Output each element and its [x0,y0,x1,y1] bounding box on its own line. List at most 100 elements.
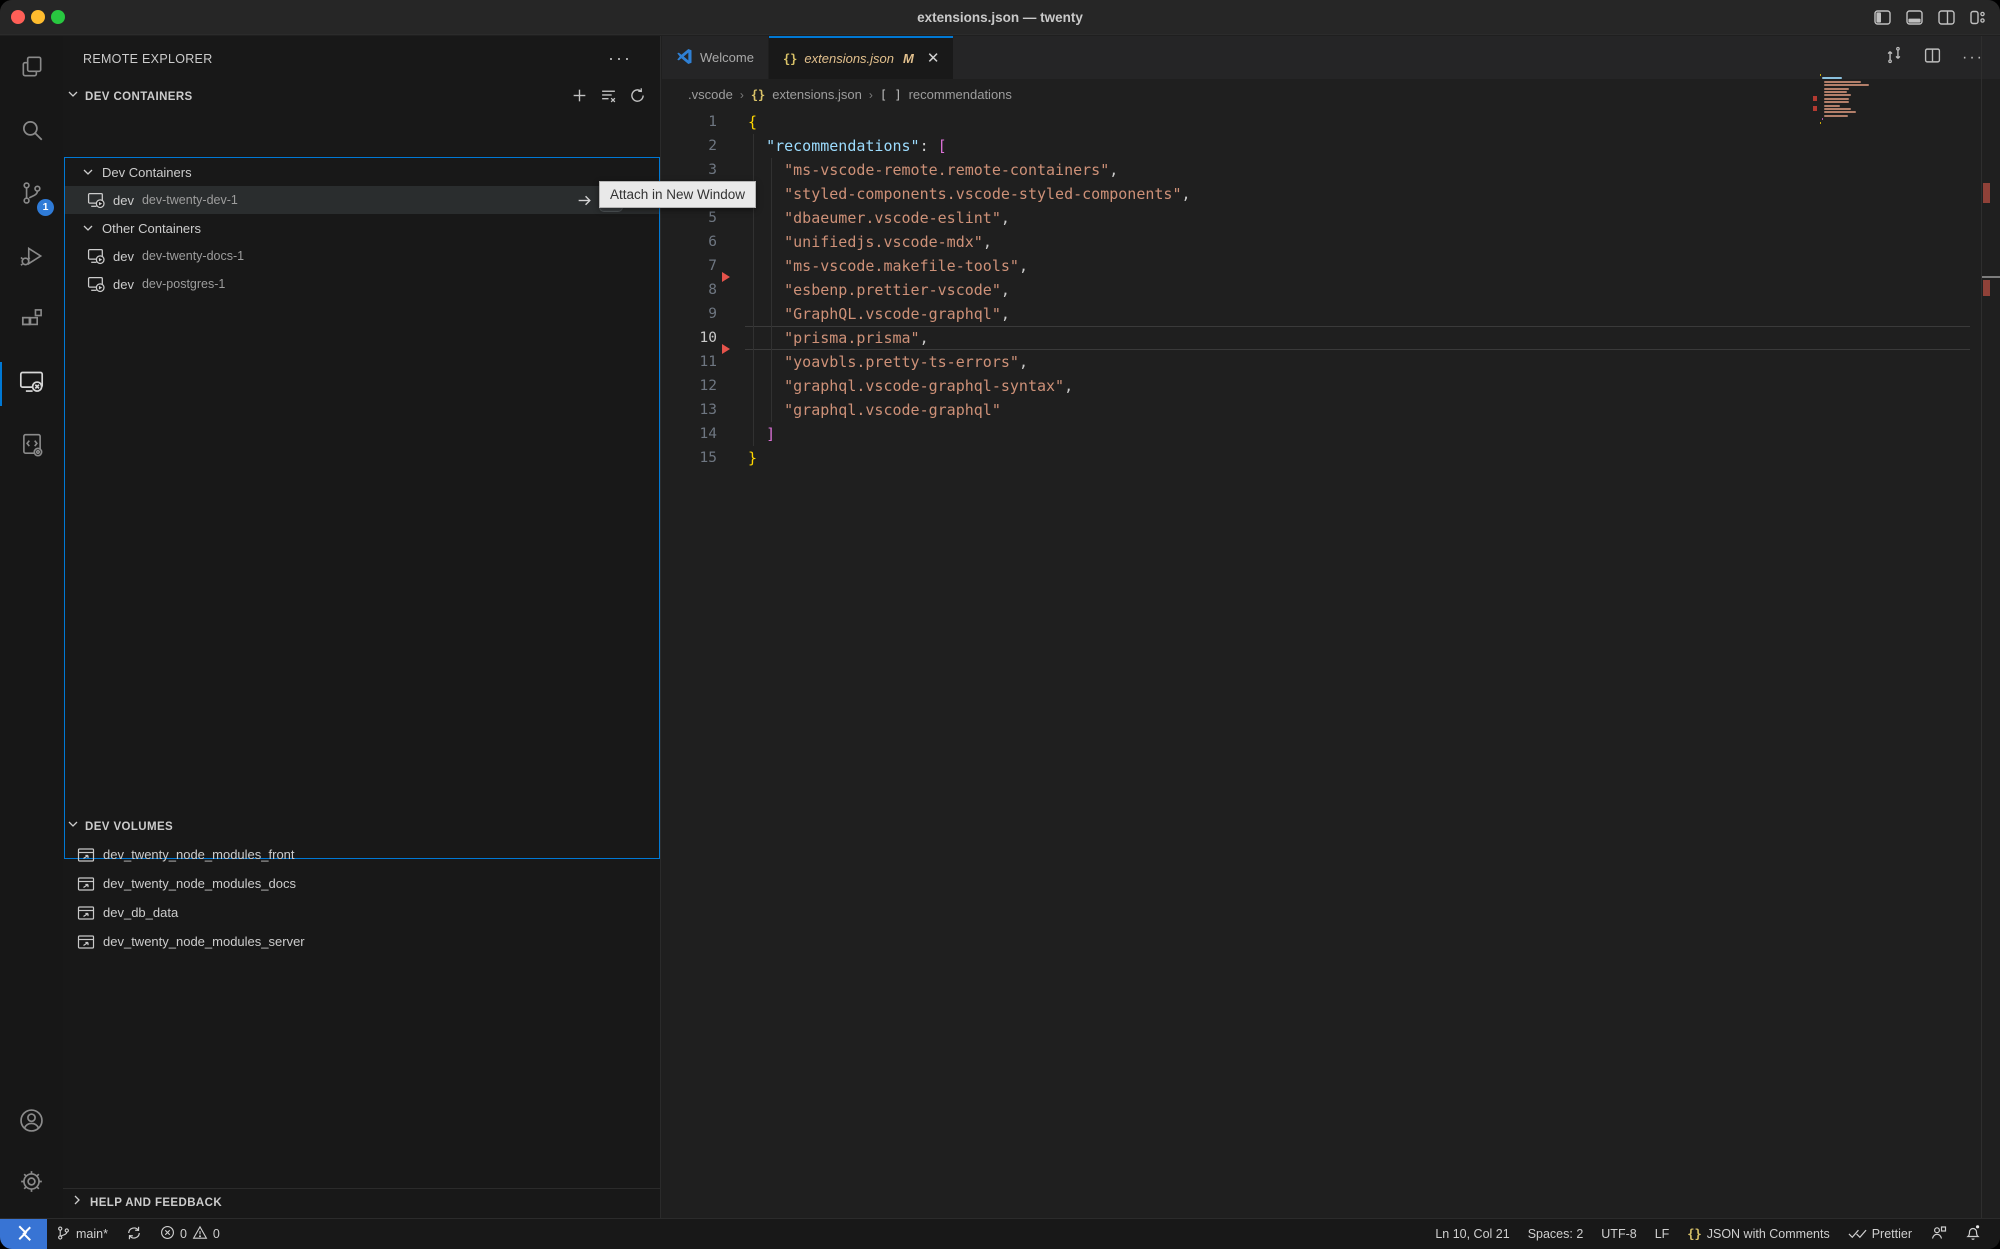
code-text: "ms-vscode.makefile-tools", [748,254,1028,278]
status-label: JSON with Comments [1707,1227,1830,1241]
volume-item-dev_twenty_node_modules_docs[interactable]: dev_twenty_node_modules_docs [63,869,660,898]
breadcrumb-segment[interactable]: extensions.json [772,87,862,102]
toggle-sidebar-icon[interactable] [1874,10,1891,25]
tab-extensions-json[interactable]: {}extensions.jsonM✕ [769,36,954,79]
activity-bar-accounts[interactable] [0,1094,63,1152]
current-line-highlight [745,326,1970,350]
status-feedback[interactable] [1921,1219,1956,1249]
line-number: 7 [662,254,717,278]
open-changes-icon[interactable] [1885,46,1903,69]
code-text: } [748,446,757,470]
sidebar-remote-explorer: REMOTE EXPLORER ··· DEV CONTAINERS Dev C… [63,36,661,1218]
minimap-line [1824,105,1840,107]
volume-item-dev_twenty_node_modules_server[interactable]: dev_twenty_node_modules_server [63,927,660,956]
vscode-window: extensions.json — twenty 1 REMOTE EXPLOR… [0,0,2000,1249]
status-label: UTF-8 [1601,1227,1636,1241]
section-dev-volumes: DEV VOLUMES dev_twenty_node_modules_fron… [63,813,660,956]
code-editor[interactable]: 1{2 "recommendations": [3 "ms-vscode-rem… [662,110,2000,1218]
volume-label: dev_db_data [103,905,178,920]
tab-welcome[interactable]: Welcome [662,36,769,79]
gear-icon [18,1168,45,1200]
explorer-icon [19,54,45,85]
activity-bar-search[interactable] [0,103,63,161]
line-number: 9 [662,302,717,326]
toggle-secondary-sidebar-icon[interactable] [1938,10,1955,25]
line-number: 14 [662,422,717,446]
ruler-mark [1983,280,1990,296]
volume-icon [77,846,95,864]
dev-volumes-section-header[interactable]: DEV VOLUMES [63,813,660,840]
minimap-line [1820,122,1821,124]
minimap-line [1822,118,1823,120]
code-text: "graphql.vscode-graphql-syntax", [748,374,1073,398]
customize-layout-icon[interactable] [1970,10,1986,25]
breadcrumb-segment[interactable]: recommendations [909,87,1012,102]
container-item-dev-twenty-dev-1[interactable]: devdev-twenty-dev-1 [65,186,659,214]
volume-item-dev_db_data[interactable]: dev_db_data [63,898,660,927]
sync-icon [126,1225,142,1244]
container-item-dev-postgres-1[interactable]: devdev-postgres-1 [65,270,659,298]
code-line-13: 13 "graphql.vscode-graphql" [662,398,2000,422]
chevron-down-icon [80,220,96,236]
new-dev-container-icon[interactable] [571,87,588,109]
status-notifications[interactable] [1956,1219,1990,1249]
minimap-line [1824,98,1849,100]
minimap[interactable] [1820,74,1890,126]
status-git-branch[interactable]: main* [47,1219,117,1249]
split-editor-icon[interactable] [1924,47,1941,69]
error-icon [160,1225,175,1243]
titlebar: extensions.json — twenty [0,0,2000,35]
branch-icon [56,1225,71,1244]
help-and-feedback-section-header[interactable]: HELP AND FEEDBACK [63,1188,660,1216]
volume-item-dev_twenty_node_modules_front[interactable]: dev_twenty_node_modules_front [63,840,660,869]
container-icon [87,191,106,210]
activity-bar-run-debug[interactable] [0,229,63,287]
status-formatter[interactable]: Prettier [1839,1219,1921,1249]
gutter-marker-icon[interactable] [722,344,730,354]
container-description: dev-twenty-docs-1 [142,249,244,263]
status-sync[interactable] [117,1219,151,1249]
tree-group-dev-containers[interactable]: Dev Containers [65,158,659,186]
code-line-4: 4 "styled-components.vscode-styled-compo… [662,182,2000,206]
toggle-panel-icon[interactable] [1906,10,1923,25]
status-cursor-position[interactable]: Ln 10, Col 21 [1426,1219,1518,1249]
container-item-dev-twenty-docs-1[interactable]: devdev-twenty-docs-1 [65,242,659,270]
minimap-line [1824,111,1856,113]
status-eol[interactable]: LF [1646,1219,1679,1249]
status-encoding[interactable]: UTF-8 [1592,1219,1645,1249]
close-tab-icon[interactable]: ✕ [927,51,940,66]
code-text: "prisma.prisma", [748,326,929,350]
activity-bar-explorer[interactable] [0,40,63,98]
breadcrumb-segment[interactable]: .vscode [688,87,733,102]
sidebar-header: REMOTE EXPLORER ··· [63,36,660,82]
activity-bar-settings[interactable] [0,1155,63,1213]
ruler-mark [1983,183,1990,203]
container-description: dev-postgres-1 [142,277,225,291]
status-remote-indicator[interactable] [0,1219,47,1249]
dev-containers-section-header[interactable]: DEV CONTAINERS [63,83,660,110]
sidebar-more-actions-icon[interactable]: ··· [608,48,632,69]
tree-group-other-containers[interactable]: Other Containers [65,214,659,242]
ruler-cursor-mark [1982,276,2000,278]
overview-ruler [1981,36,2000,1218]
status-indentation[interactable]: Spaces: 2 [1519,1219,1593,1249]
tooltip-attach-in-new-window: Attach in New Window [599,181,756,208]
indent-guide [771,158,772,422]
minimap-line [1824,81,1861,83]
status-language-mode[interactable]: {}JSON with Comments [1678,1219,1838,1249]
activity-bar-dev-containers[interactable] [0,418,63,476]
status-label: 0 [213,1227,220,1241]
volume-label: dev_twenty_node_modules_front [103,847,295,862]
activity-bar-source-control[interactable]: 1 [0,166,63,224]
section-title: HELP AND FEEDBACK [90,1197,222,1209]
line-number: 1 [662,110,717,134]
code-text: "styled-components.vscode-styled-compone… [748,182,1191,206]
filter-clear-icon[interactable] [600,87,617,109]
tab-bar: Welcome{}extensions.jsonM✕ [662,36,2000,79]
activity-bar-remote-explorer[interactable] [0,355,63,413]
activity-bar-extensions[interactable] [0,292,63,350]
gutter-marker-icon[interactable] [722,272,730,282]
refresh-icon[interactable] [629,87,646,109]
attach-container-button[interactable] [573,189,595,211]
status-problems[interactable]: 00 [151,1219,229,1249]
